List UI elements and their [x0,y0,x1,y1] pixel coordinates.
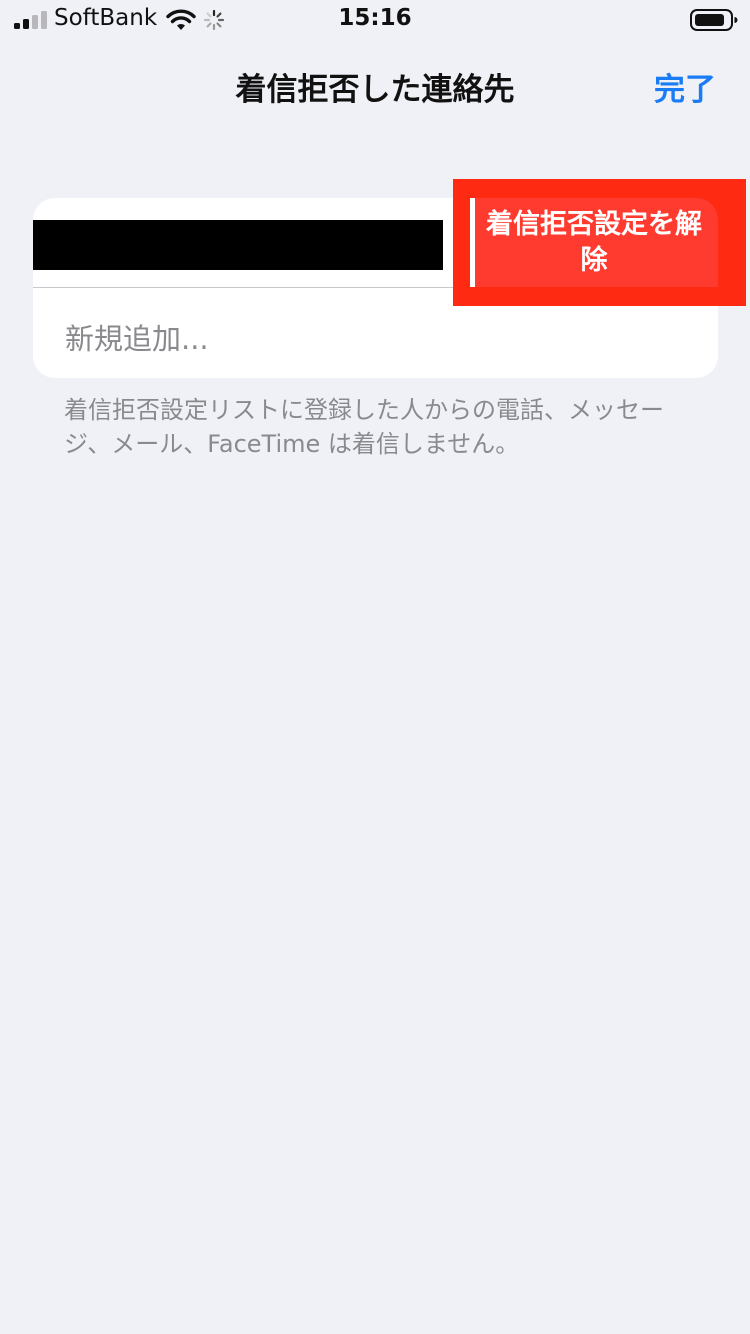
unblock-button-label: 着信拒否設定を解除 [486,208,702,276]
footer-note: 着信拒否設定リストに登録した人からの電話、メッセージ、メール、FaceTime … [64,396,664,458]
status-time: 15:16 [338,5,412,31]
swipe-edge [470,198,475,287]
page-title: 着信拒否した連絡先 [235,72,515,108]
unblock-button[interactable]: 着信拒否設定を解除 [470,198,718,287]
done-button[interactable]: 完了 [654,64,716,109]
battery-icon [690,9,738,31]
status-bar: SoftBank 15:16 [0,0,750,40]
redacted-contact-name [33,220,443,270]
add-new-button[interactable]: 新規追加... [65,316,209,358]
